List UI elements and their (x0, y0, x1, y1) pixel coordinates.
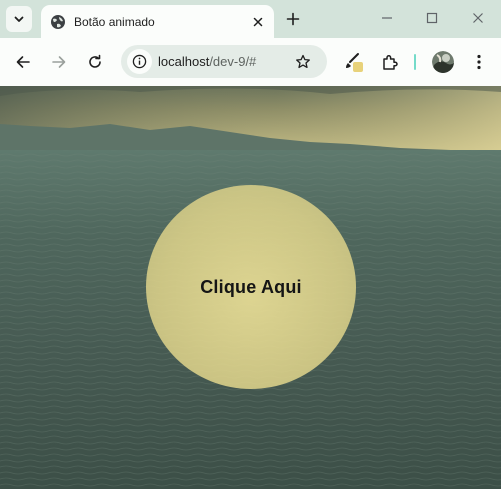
kebab-menu-icon (477, 54, 481, 70)
bookmark-button[interactable] (292, 51, 314, 73)
minimize-button[interactable] (370, 4, 404, 32)
paint-extension-button[interactable] (340, 48, 368, 76)
star-icon (296, 54, 310, 69)
browser-menu-button[interactable] (465, 48, 493, 76)
close-tab-button[interactable] (248, 12, 268, 32)
back-arrow-icon (16, 56, 30, 68)
url-host: localhost (158, 54, 210, 69)
tab-title: Botão animado (74, 14, 155, 29)
minimize-icon (382, 17, 392, 19)
active-tab[interactable]: Botão animado (41, 5, 274, 38)
globe-icon (51, 14, 65, 29)
reload-button[interactable] (81, 48, 109, 76)
back-button[interactable] (9, 48, 37, 76)
plus-icon (286, 12, 300, 26)
close-icon (473, 13, 483, 23)
forward-arrow-icon (52, 56, 66, 68)
address-bar[interactable]: localhost/dev-9/# (121, 45, 327, 78)
url-text[interactable]: localhost/dev-9/# (158, 54, 256, 69)
site-info-button[interactable] (127, 49, 152, 74)
extensions-button[interactable] (376, 48, 404, 76)
puzzle-icon (383, 54, 398, 70)
toolbar-separator (414, 54, 416, 70)
close-icon (253, 17, 263, 26)
profile-avatar[interactable] (432, 51, 454, 73)
browser-toolbar: localhost/dev-9/# (0, 38, 501, 86)
url-path: /dev-9/# (209, 54, 257, 69)
chevron-down-icon (14, 16, 24, 22)
tab-strip: Botão animado (0, 0, 501, 38)
new-tab-button[interactable] (282, 8, 304, 30)
tab-search-button[interactable] (6, 6, 32, 32)
info-icon (132, 54, 147, 69)
window-close-button[interactable] (461, 4, 495, 32)
avatar-image (432, 51, 454, 73)
maximize-icon (426, 12, 438, 24)
page-viewport: Clique Aqui (0, 86, 501, 489)
forward-button[interactable] (45, 48, 73, 76)
click-here-button[interactable]: Clique Aqui (146, 185, 356, 389)
paint-brush-icon (346, 53, 363, 72)
click-here-label: Clique Aqui (200, 276, 302, 297)
reload-icon (89, 54, 101, 68)
maximize-button[interactable] (415, 4, 449, 32)
